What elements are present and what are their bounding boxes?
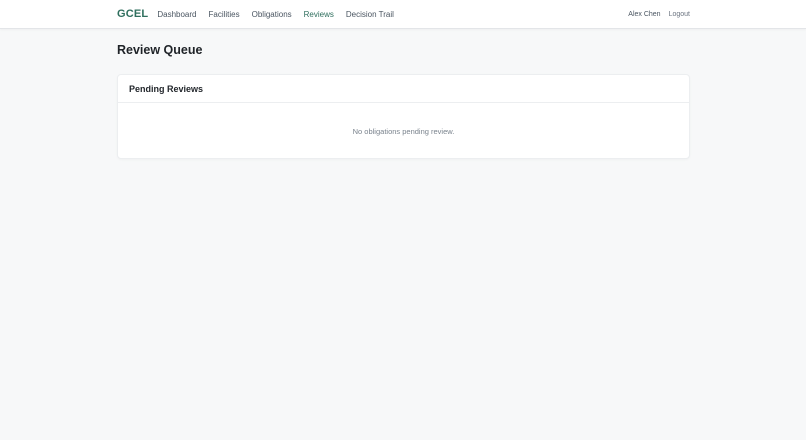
empty-state-message: No obligations pending review. xyxy=(352,126,455,136)
nav-link-reviews[interactable]: Reviews xyxy=(304,10,334,19)
logout-link[interactable]: Logout xyxy=(669,11,690,18)
brand-logo-link[interactable]: GCEL xyxy=(117,8,148,20)
card-body: No obligations pending review. xyxy=(118,103,689,159)
nav-link-decision-trail[interactable]: Decision Trail xyxy=(346,10,394,19)
card-header: Pending Reviews xyxy=(118,75,689,103)
nav-link-facilities[interactable]: Facilities xyxy=(209,10,240,19)
nav-link-obligations[interactable]: Obligations xyxy=(252,10,292,19)
top-navbar: GCEL Dashboard Facilities Obligations Re… xyxy=(0,0,806,29)
user-menu: Alex Chen Logout xyxy=(628,11,690,18)
card-title: Pending Reviews xyxy=(129,83,204,94)
pending-reviews-card: Pending Reviews No obligations pending r… xyxy=(117,74,690,159)
navbar-inner: GCEL Dashboard Facilities Obligations Re… xyxy=(117,0,690,28)
main-nav: Dashboard Facilities Obligations Reviews… xyxy=(157,10,406,19)
current-user-name: Alex Chen xyxy=(628,10,661,18)
nav-link-dashboard[interactable]: Dashboard xyxy=(157,10,196,19)
page-title: Review Queue xyxy=(117,43,203,57)
